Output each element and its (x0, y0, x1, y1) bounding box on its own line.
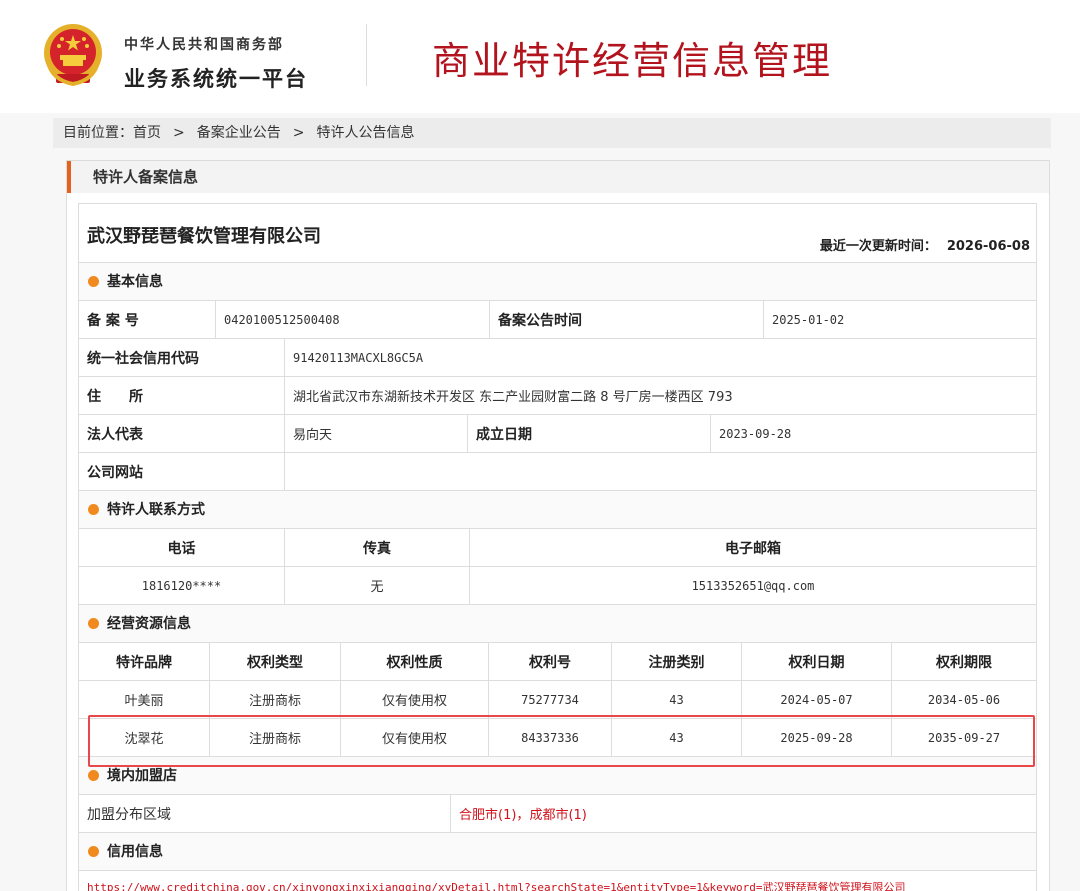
resources-header-right-type: 权利类型 (210, 643, 341, 680)
filing-no-value: 0420100512500408 (216, 301, 490, 338)
email-value: 1513352651@qq.com (691, 578, 815, 593)
credit-code-label: 统一社会信用代码 (79, 339, 285, 376)
right-no-cell: 75277734 (489, 681, 612, 718)
est-date-value: 2023-09-28 (719, 426, 792, 441)
contact-header-phone: 电话 (79, 529, 285, 566)
section-contact: 特许人联系方式 (79, 491, 1036, 529)
section-title: 特许人联系方式 (107, 502, 205, 518)
breadcrumb-separator: > (292, 125, 305, 141)
page-header: 中华人民共和国商务部 业务系统统一平台 商业特许经营信息管理 (0, 0, 1080, 113)
credit-code-value: 91420113MACXL8GC5A (293, 350, 424, 365)
last-updated-value: 2026-06-08 (946, 239, 1030, 254)
resources-header-right-nature: 权利性质 (341, 643, 489, 680)
row-filing: 备 案 号 0420100512500408 备案公告时间 2025-01-02 (79, 301, 1036, 339)
region-label: 加盟分布区域 (79, 795, 451, 832)
national-emblem-icon (44, 24, 102, 87)
announce-date-value: 2025-01-02 (772, 312, 845, 327)
bullet-dot-icon (88, 618, 99, 629)
class-cell: 43 (612, 681, 742, 718)
org-name-line1: 中华人民共和国商务部 (124, 37, 284, 53)
credit-china-link[interactable]: https://www.creditchina.gov.cn/xinyongxi… (87, 879, 906, 891)
section-credit-info: 信用信息 (79, 833, 1036, 871)
resources-header-right-no: 权利号 (489, 643, 612, 680)
breadcrumb-prefix: 目前位置： (63, 125, 133, 141)
brand-cell: 叶美丽 (79, 681, 210, 718)
org-name-block: 中华人民共和国商务部 业务系统统一平台 (124, 34, 308, 93)
org-name-line2: 业务系统统一平台 (124, 67, 308, 91)
row-address: 住 所 湖北省武汉市东湖新技术开发区 东二产业园财富二路 8 号厂房一楼西区 7… (79, 377, 1036, 415)
section-title: 基本信息 (107, 274, 163, 290)
bullet-dot-icon (88, 276, 99, 287)
legal-rep-label: 法人代表 (79, 415, 285, 452)
table-row: 叶美丽 注册商标 仅有使用权 75277734 43 2024-05-07 20… (79, 681, 1036, 719)
header-divider (366, 24, 367, 86)
breadcrumb-filed-companies[interactable]: 备案企业公告 (197, 125, 281, 141)
contact-header-email: 电子邮箱 (725, 540, 781, 557)
contact-value-row: 1816120**** 无 1513352651@qq.com (79, 567, 1036, 605)
bullet-dot-icon (88, 846, 99, 857)
section-basic-info: 基本信息 (79, 263, 1036, 301)
row-website: 公司网站 (79, 453, 1036, 491)
address-value: 湖北省武汉市东湖新技术开发区 东二产业园财富二路 8 号厂房一楼西区 793 (293, 390, 733, 405)
region-separator: ， (516, 808, 530, 823)
announce-date-label: 备案公告时间 (490, 301, 764, 338)
breadcrumb-separator: > (173, 125, 185, 141)
system-title: 商业特许经营信息管理 (432, 39, 833, 83)
breadcrumb: 目前位置：首页 > 备案企业公告 > 特许人公告信息 (53, 118, 1051, 148)
phone-value: 1816120**** (79, 567, 285, 604)
right-nature-cell: 仅有使用权 (341, 681, 489, 718)
resources-header-row: 特许品牌 权利类型 权利性质 权利号 注册类别 权利日期 权利期限 (79, 643, 1036, 681)
company-name: 武汉野琵琶餐饮管理有限公司 (87, 226, 321, 247)
filing-no-label: 备 案 号 (79, 301, 216, 338)
row-franchise-region: 加盟分布区域 合肥市(1)，成都市(1) (79, 795, 1036, 833)
highlight-annotation (88, 715, 1035, 767)
row-legal-rep: 法人代表 易向天 成立日期 2023-09-28 (79, 415, 1036, 453)
bullet-dot-icon (88, 504, 99, 515)
address-label: 住 所 (79, 377, 285, 414)
region-value: 合肥市(1)，成都市(1) (451, 795, 1036, 832)
last-updated: 最近一次更新时间： 2026-06-08 (820, 235, 1030, 254)
company-header: 武汉野琵琶餐饮管理有限公司 最近一次更新时间： 2026-06-08 (79, 204, 1036, 263)
fax-value: 无 (285, 567, 470, 604)
panel-title: 特许人备案信息 (67, 161, 1049, 193)
last-updated-label: 最近一次更新时间： (819, 239, 937, 254)
section-title: 境内加盟店 (107, 768, 177, 784)
right-term-cell: 2034-05-06 (927, 692, 1001, 707)
region-city-link[interactable]: 合肥市(1) (459, 804, 516, 823)
bullet-dot-icon (88, 770, 99, 781)
contact-header-row: 电话 传真 电子邮箱 (79, 529, 1036, 567)
region-city-link[interactable]: 成都市(1) (529, 804, 586, 823)
right-date-cell: 2024-05-07 (742, 681, 892, 718)
breadcrumb-home[interactable]: 首页 (133, 125, 161, 141)
website-value (285, 453, 1036, 490)
est-date-label: 成立日期 (468, 415, 711, 452)
contact-header-fax: 传真 (285, 529, 470, 566)
resources-header-class: 注册类别 (612, 643, 742, 680)
resources-header-brand: 特许品牌 (79, 643, 210, 680)
resources-header-right-term: 权利期限 (936, 654, 992, 671)
row-credit-code: 统一社会信用代码 91420113MACXL8GC5A (79, 339, 1036, 377)
legal-rep-value: 易向天 (285, 415, 468, 452)
website-label: 公司网站 (79, 453, 285, 490)
franchisor-detail-box: 武汉野琵琶餐饮管理有限公司 最近一次更新时间： 2026-06-08 基本信息 备… (78, 203, 1037, 891)
right-type-cell: 注册商标 (210, 681, 341, 718)
section-title: 信用信息 (107, 844, 163, 860)
section-resources: 经营资源信息 (79, 605, 1036, 643)
breadcrumb-current: 特许人公告信息 (316, 125, 415, 141)
section-title: 经营资源信息 (107, 616, 191, 632)
resources-header-right-date: 权利日期 (742, 643, 892, 680)
